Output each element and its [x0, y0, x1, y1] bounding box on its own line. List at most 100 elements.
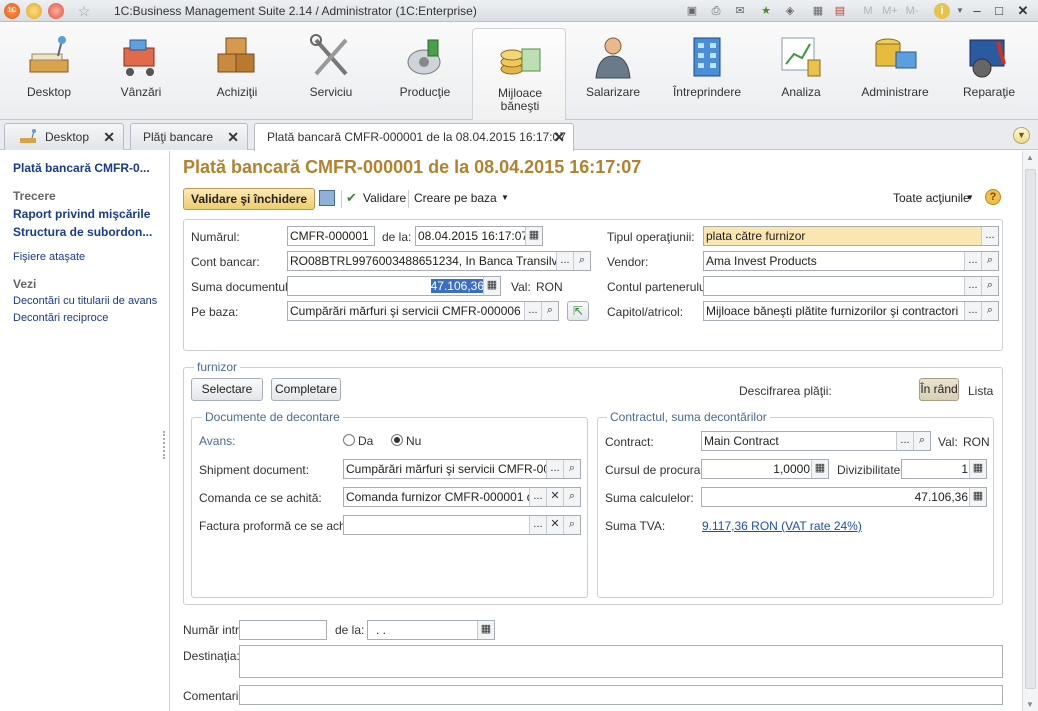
vendor-search-icon[interactable]: ⌕ [981, 252, 998, 270]
advance-yes-radio[interactable] [343, 434, 355, 446]
tabs-menu-icon[interactable]: ▼ [1013, 127, 1030, 144]
based-on-field[interactable]: Cumpărări mărfuri şi servicii CMFR-00000… [287, 301, 559, 321]
tab-close-icon[interactable]: ✕ [103, 124, 115, 150]
date-field[interactable]: 08.04.2015 16:17:07 ▦ [415, 226, 543, 246]
order-clear-icon[interactable]: ✕ [546, 488, 563, 506]
section-service[interactable]: Serviciu [288, 28, 374, 120]
contract-search-icon[interactable]: ⌕ [913, 432, 930, 450]
settlement-amount-field[interactable]: 47.106,36 ▦ [701, 487, 987, 507]
section-enterprise[interactable]: Întreprindere [664, 28, 750, 120]
fill-button[interactable]: Completare [271, 378, 341, 401]
tab-bank-payment-document[interactable]: Plată bancară CMFR-000001 de la 08.04.20… [254, 123, 574, 151]
bookmark-icon[interactable]: ◈ [782, 3, 798, 19]
section-production[interactable]: Producţie [382, 28, 468, 120]
create-based-dropdown-icon[interactable]: ▼ [501, 193, 509, 202]
tab-close-icon[interactable]: ✕ [553, 124, 565, 150]
vertical-scrollbar[interactable]: ▲ ▼ [1022, 151, 1038, 711]
order-field[interactable]: Comanda furnizor CMFR-000001 de la 0 ...… [343, 487, 581, 507]
based-on-select-button[interactable]: ... [524, 302, 541, 320]
minimize-button[interactable]: – [966, 2, 988, 20]
nav-link-attached-files[interactable]: Fişiere ataşate [13, 251, 169, 263]
document-amount-field[interactable]: 47.106,36 ▦ [287, 276, 501, 296]
amount-calculator-icon[interactable]: ▦ [483, 277, 500, 295]
validate-button[interactable]: Validare [363, 191, 406, 205]
help-icon[interactable]: ? [985, 189, 1001, 205]
comment-field[interactable] [239, 685, 1003, 705]
budget-item-select-button[interactable]: ... [964, 302, 981, 320]
bank-account-select-button[interactable]: ... [556, 252, 573, 270]
shipment-select-button[interactable]: ... [546, 460, 563, 478]
nav-link-advance-settlements[interactable]: Decontări cu titularii de avans [13, 295, 169, 307]
section-cash[interactable]: Mijloace băneşti [472, 28, 566, 120]
partner-account-field[interactable]: ... ⌕ [703, 276, 999, 296]
settlement-amount-calculator-icon[interactable]: ▦ [969, 488, 986, 506]
partner-account-search-icon[interactable]: ⌕ [981, 277, 998, 295]
partner-account-select-button[interactable]: ... [964, 277, 981, 295]
vat-amount-link[interactable]: 9.117,36 RON (VAT rate 24%) [702, 519, 862, 533]
exchange-rate-calculator-icon[interactable]: ▦ [811, 460, 828, 478]
budget-item-field[interactable]: Mijloace băneşti plătite furnizorilor şi… [703, 301, 999, 321]
proforma-field[interactable]: ... ✕ ⌕ [343, 515, 581, 535]
internal-number-field[interactable] [239, 620, 327, 640]
section-analysis[interactable]: Analiza [758, 28, 844, 120]
divisibility-field[interactable]: 1 ▦ [901, 459, 987, 479]
memory-m-button[interactable]: M [860, 3, 876, 19]
all-actions-button[interactable]: Toate acţiunile [893, 191, 970, 205]
shipment-search-icon[interactable]: ⌕ [563, 460, 580, 478]
section-desktop[interactable]: Desktop [6, 28, 92, 120]
email-icon[interactable]: ✉ [732, 3, 748, 19]
vendor-select-button[interactable]: ... [964, 252, 981, 270]
bank-account-field[interactable]: RO08BTRL9976003488651234, In Banca Trans… [287, 251, 591, 271]
section-payroll[interactable]: Salarizare [570, 28, 656, 120]
tab-close-icon[interactable]: ✕ [227, 124, 239, 150]
section-sales[interactable]: Vânzări [98, 28, 184, 120]
section-purchases[interactable]: Achiziţii [194, 28, 280, 120]
advance-no-label[interactable]: Nu [406, 434, 421, 448]
memory-plus-button[interactable]: M+ [880, 3, 900, 19]
based-on-search-icon[interactable]: ⌕ [541, 302, 558, 320]
all-actions-dropdown-icon[interactable]: ▼ [966, 193, 974, 202]
nav-link-subordination-structure[interactable]: Structura de subordon... [13, 225, 169, 239]
order-select-button[interactable]: ... [529, 488, 546, 506]
memory-minus-button[interactable]: M- [904, 3, 920, 19]
calendar-icon[interactable]: ▤ [832, 3, 848, 19]
purpose-textarea[interactable] [239, 645, 1003, 678]
info-icon[interactable]: i [934, 3, 950, 19]
in-row-toggle[interactable]: În rând [919, 378, 959, 401]
proforma-clear-icon[interactable]: ✕ [546, 516, 563, 534]
section-administration[interactable]: Administrare [852, 28, 938, 120]
proforma-select-button[interactable]: ... [529, 516, 546, 534]
panel-splitter[interactable] [163, 431, 167, 459]
scroll-thumb[interactable] [1025, 169, 1036, 689]
order-search-icon[interactable]: ⌕ [563, 488, 580, 506]
advance-yes-label[interactable]: Da [358, 434, 373, 448]
section-repair[interactable]: Reparaţie [946, 28, 1032, 120]
favorites-add-icon[interactable]: ★ [758, 3, 774, 19]
main-menu-icon[interactable] [26, 3, 42, 19]
scroll-up-icon[interactable]: ▲ [1026, 153, 1034, 162]
contract-field[interactable]: Main Contract ... ⌕ [701, 431, 931, 451]
tab-bank-payments[interactable]: Plăţi bancare ✕ [130, 123, 248, 150]
number-field[interactable]: CMFR-000001 [287, 226, 375, 246]
advance-no-radio[interactable] [391, 434, 403, 446]
operation-type-field[interactable]: plata către furnizor ... [703, 226, 999, 246]
create-based-on-button[interactable]: Creare pe baza [414, 191, 497, 205]
shipment-document-field[interactable]: Cumpărări mărfuri şi servicii CMFR-00000… [343, 459, 581, 479]
history-icon[interactable] [48, 3, 64, 19]
bank-account-search-icon[interactable]: ⌕ [573, 252, 590, 270]
proforma-search-icon[interactable]: ⌕ [563, 516, 580, 534]
scroll-down-icon[interactable]: ▼ [1026, 700, 1034, 709]
select-button[interactable]: Selectare [191, 378, 263, 401]
fill-from-basis-button[interactable]: ⇱ [567, 301, 589, 321]
vendor-field[interactable]: Ama Invest Products ... ⌕ [703, 251, 999, 271]
internal-date-field[interactable]: . . ▦ [367, 620, 495, 640]
nav-link-movements-report[interactable]: Raport privind mişcările [13, 207, 169, 221]
nav-link-mutual-settlements[interactable]: Decontări reciproce [13, 312, 169, 324]
nav-document-title[interactable]: Plată bancară CMFR-0... [13, 161, 169, 175]
calendar-picker-icon[interactable]: ▦ [525, 227, 542, 245]
exchange-rate-field[interactable]: 1,0000 ▦ [701, 459, 829, 479]
contract-select-button[interactable]: ... [896, 432, 913, 450]
internal-date-calendar-icon[interactable]: ▦ [477, 621, 494, 639]
save-document-icon[interactable] [319, 190, 335, 206]
divisibility-calculator-icon[interactable]: ▦ [969, 460, 986, 478]
